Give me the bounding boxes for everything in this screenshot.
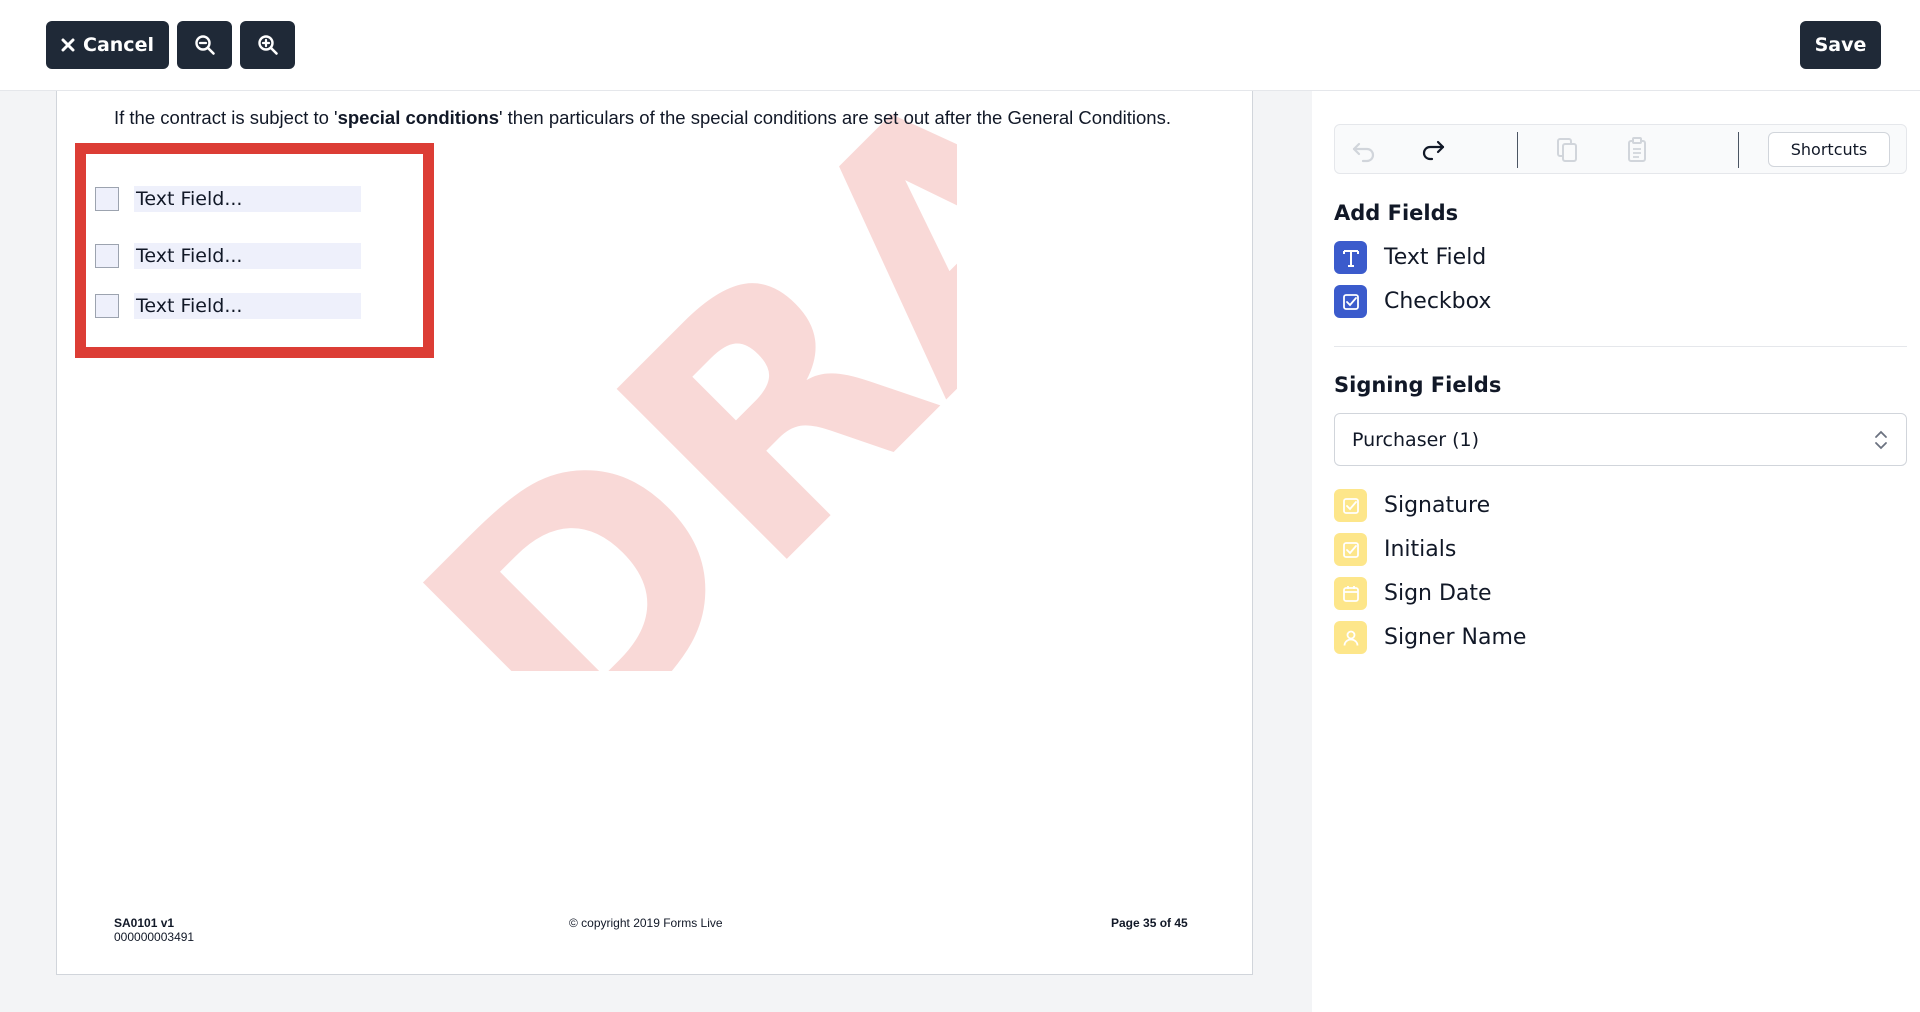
toolbar-divider: [1517, 132, 1518, 168]
add-field-label: Checkbox: [1384, 289, 1492, 314]
zoom-in-icon: [257, 35, 278, 55]
add-sign-date-button[interactable]: Sign Date: [1334, 577, 1492, 610]
signing-field-label: Initials: [1384, 537, 1457, 562]
checkbox-field-row[interactable]: Text Field...: [95, 292, 361, 320]
user-icon: [1334, 621, 1367, 654]
zoom-out-icon: [194, 35, 215, 55]
shortcuts-button[interactable]: Shortcuts: [1768, 132, 1890, 167]
text-field-icon: [1334, 241, 1367, 274]
close-icon: [61, 38, 75, 52]
paste-icon[interactable]: [1622, 135, 1652, 165]
special-conditions-text: If the contract is subject to 'special c…: [114, 107, 1171, 128]
checkbox-icon: [1334, 285, 1367, 318]
edit-toolbar: Shortcuts: [1334, 124, 1907, 174]
placed-checkbox[interactable]: [95, 294, 119, 318]
signer-select[interactable]: Purchaser (1): [1334, 413, 1907, 466]
placed-checkbox[interactable]: [95, 187, 119, 211]
calendar-icon: [1334, 577, 1367, 610]
signing-field-label: Sign Date: [1384, 581, 1492, 606]
cancel-label: Cancel: [83, 34, 154, 56]
fields-sidebar: Shortcuts Add Fields Text Field Checkbox…: [1312, 91, 1920, 1012]
signature-icon: [1334, 489, 1367, 522]
page-number: Page 35 of 45: [1111, 916, 1188, 930]
copyright-text: © copyright 2019 Forms Live: [569, 916, 723, 930]
placed-text-field[interactable]: Text Field...: [134, 293, 361, 319]
checkbox-field-row[interactable]: Text Field...: [95, 185, 361, 213]
add-signer-name-button[interactable]: Signer Name: [1334, 621, 1526, 654]
document-viewer[interactable]: DRAFT If the contract is subject to 'spe…: [0, 91, 1312, 1012]
zoom-in-button[interactable]: [240, 21, 295, 69]
form-code: SA0101 v1: [114, 916, 175, 930]
add-signature-button[interactable]: Signature: [1334, 489, 1490, 522]
form-info: SA0101 v1 000000003491: [114, 916, 194, 944]
add-initials-button[interactable]: Initials: [1334, 533, 1456, 566]
add-text-field-button[interactable]: Text Field: [1334, 241, 1486, 274]
redo-icon[interactable]: [1418, 135, 1448, 165]
initials-icon: [1334, 533, 1367, 566]
placed-text-field[interactable]: Text Field...: [134, 186, 361, 212]
add-field-label: Text Field: [1384, 245, 1487, 270]
signing-fields-heading: Signing Fields: [1334, 373, 1502, 397]
add-checkbox-button[interactable]: Checkbox: [1334, 285, 1491, 318]
chevron-up-down-icon: [1875, 430, 1887, 450]
undo-icon[interactable]: [1349, 135, 1379, 165]
toolbar-divider: [1738, 132, 1739, 168]
document-page[interactable]: DRAFT If the contract is subject to 'spe…: [56, 91, 1253, 975]
signing-field-label: Signer Name: [1384, 625, 1527, 650]
checkbox-field-row[interactable]: Text Field...: [95, 242, 361, 270]
zoom-out-button[interactable]: [177, 21, 232, 69]
form-number: 000000003491: [114, 930, 195, 944]
copy-icon[interactable]: [1552, 135, 1582, 165]
section-divider: [1334, 346, 1907, 347]
top-toolbar: Cancel Save: [0, 0, 1920, 91]
save-button[interactable]: Save: [1800, 21, 1881, 69]
signing-field-label: Signature: [1384, 493, 1491, 518]
add-fields-heading: Add Fields: [1334, 201, 1459, 225]
signer-select-value: Purchaser (1): [1352, 428, 1480, 451]
cancel-button[interactable]: Cancel: [46, 21, 169, 69]
placed-text-field[interactable]: Text Field...: [134, 243, 361, 269]
placed-checkbox[interactable]: [95, 244, 119, 268]
watermark-text: DRAFT: [355, 91, 957, 671]
